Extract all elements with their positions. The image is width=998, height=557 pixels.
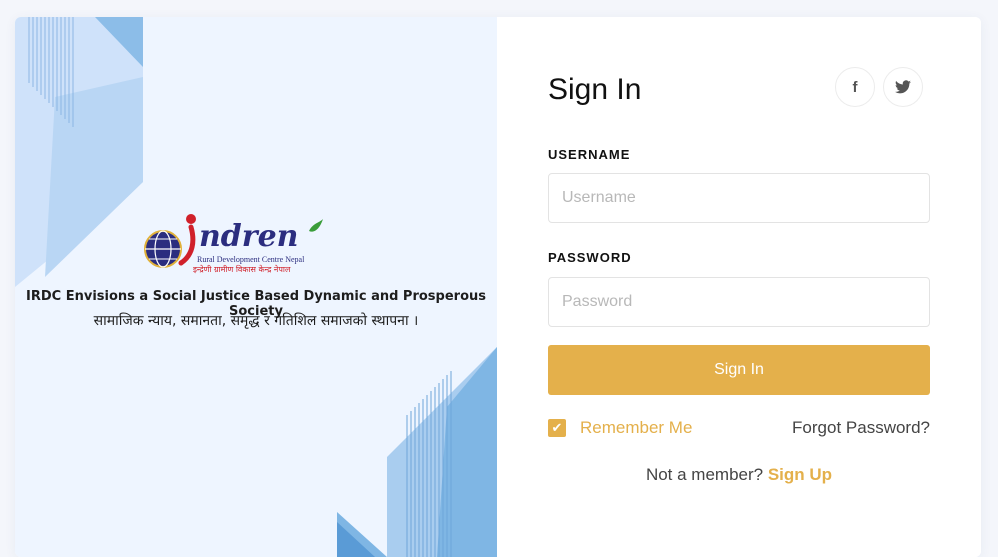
brand-panel: ndren Rural Development Centre Nepal इन्… [15,17,497,557]
remember-checkbox[interactable]: ✔ [548,419,566,437]
signup-prompt: Not a member? Sign Up [497,465,981,485]
forgot-password-link[interactable]: Forgot Password? [792,418,930,438]
twitter-icon [895,80,911,94]
password-label: PASSWORD [548,250,632,265]
remember-label: Remember Me [580,418,693,437]
password-input[interactable] [548,277,930,327]
page-title: Sign In [548,73,642,106]
tagline-nepali: सामाजिक न्याय, समानता, समृद्ध र गतिशिल स… [93,313,419,329]
facebook-button[interactable]: f [835,67,875,107]
username-label: USERNAME [548,147,631,162]
signin-button[interactable]: Sign In [548,345,930,395]
signup-link[interactable]: Sign Up [768,465,832,484]
logo-subtitle-en: Rural Development Centre Nepal [197,255,305,264]
signin-panel: Sign In f USERNAME PASSWORD Sign In ✔ Re… [497,17,981,557]
brand-logo: ndren Rural Development Centre Nepal इन्… [141,211,331,277]
username-input[interactable] [548,173,930,223]
member-prompt-text: Not a member? [645,465,764,484]
remember-me-toggle[interactable]: ✔ Remember Me [548,418,692,438]
login-card: ndren Rural Development Centre Nepal इन्… [15,17,981,557]
twitter-button[interactable] [883,67,923,107]
decor-bottom-triangle [337,512,387,557]
facebook-icon: f [852,78,858,96]
logo-wordmark: ndren [199,219,299,254]
logo-subtitle-np: इन्द्रेणी ग्रामीण विकास केन्द्र नेपाल [193,265,291,274]
checkmark-icon: ✔ [551,420,563,435]
